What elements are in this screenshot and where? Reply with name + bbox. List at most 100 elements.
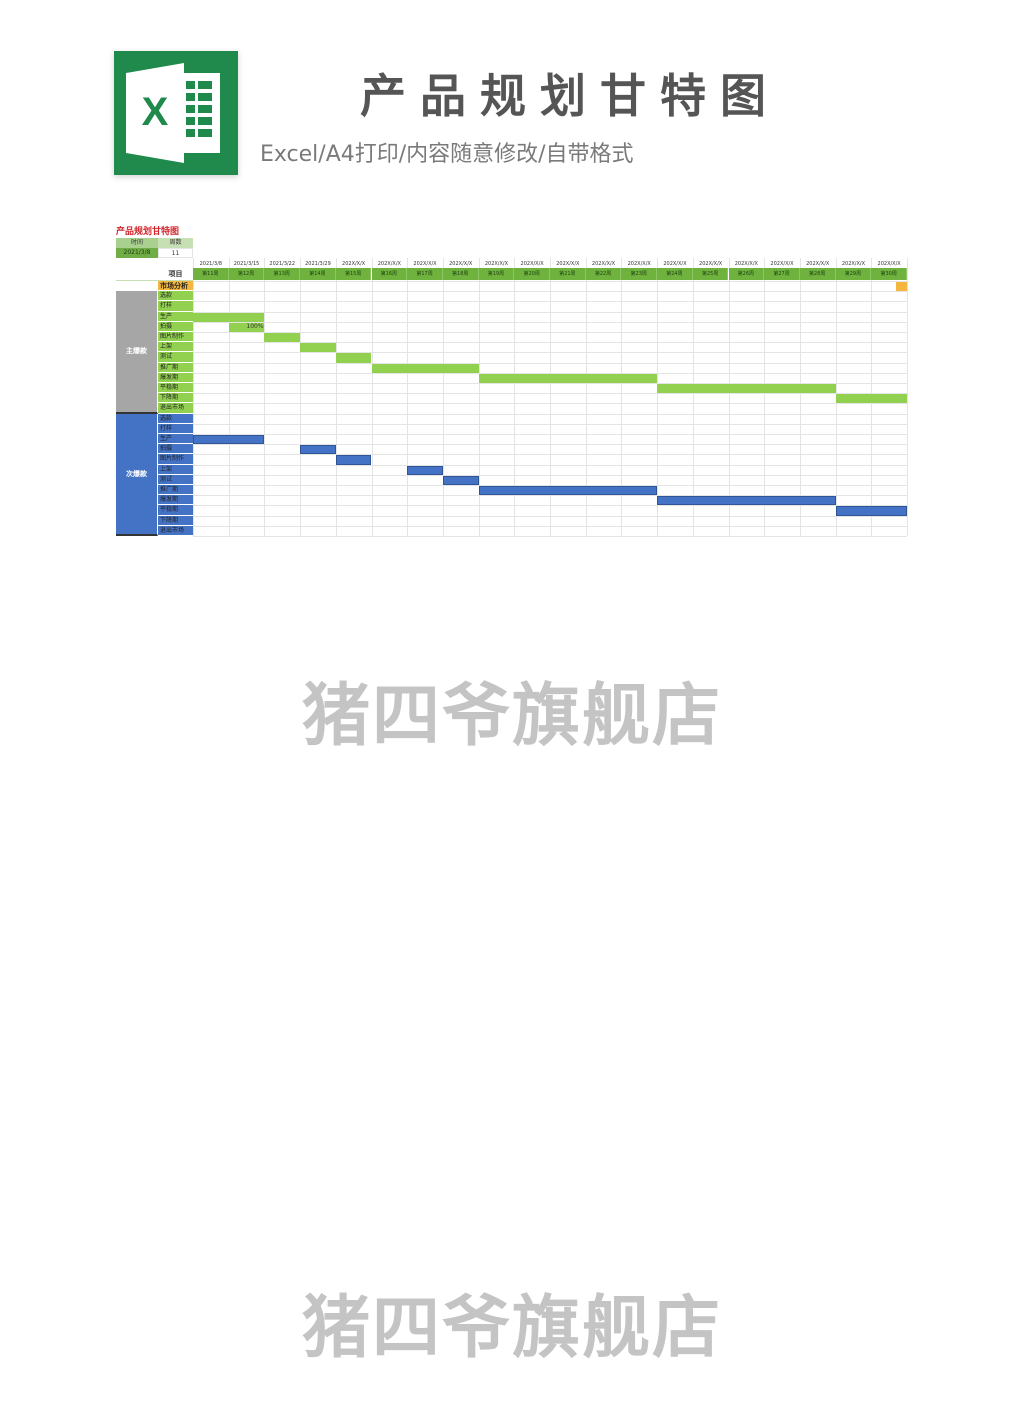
sheet-title: 产品规划甘特图 — [116, 227, 180, 237]
week-header-cell: 第11周 — [193, 268, 229, 280]
gantt-bar[interactable] — [442, 475, 479, 485]
task-label[interactable]: 平稳期 — [158, 505, 193, 516]
gantt-bar[interactable] — [193, 435, 265, 445]
date-header-cell: 2021/3/29 — [305, 261, 331, 267]
task-label[interactable]: 选款 — [158, 291, 193, 302]
task-label[interactable]: 退出市场 — [158, 403, 193, 414]
date-header-cell: 202X/X/X — [699, 261, 723, 267]
week-header-cell: 第14周 — [300, 268, 336, 280]
date-header-cell: 2021/3/22 — [269, 261, 296, 267]
gantt-bar[interactable] — [478, 373, 658, 383]
week-header-cell: 第13周 — [264, 268, 301, 280]
progress-label: 100% — [246, 322, 264, 330]
grid-line — [193, 362, 907, 364]
gantt-bar[interactable] — [335, 353, 372, 363]
task-label[interactable]: 打样 — [158, 301, 193, 312]
grid-line — [193, 474, 907, 476]
meta-value-date[interactable]: 2021/3/8 — [116, 248, 158, 258]
week-header-cell: 第20周 — [514, 268, 550, 280]
task-label[interactable]: 爆发期 — [158, 372, 193, 383]
task-label[interactable]: 生产 — [158, 311, 193, 322]
week-header-cell: 第25周 — [692, 268, 729, 280]
grid-line — [193, 403, 907, 405]
date-header-cell: 202X/X/X — [484, 261, 509, 267]
week-header-cell: 第24周 — [657, 268, 693, 280]
grid-line — [193, 281, 907, 282]
task-label[interactable]: 打样 — [158, 423, 193, 434]
gantt-bar[interactable] — [335, 455, 372, 465]
gantt-bar[interactable] — [300, 343, 336, 353]
date-header-cell: 202X/X/X — [627, 261, 651, 267]
gantt-sheet: 产品规划甘特图 时间 周数 2021/3/8 11 项目 2021/3/8 202… — [116, 222, 908, 540]
date-header-cell: 2021/3/8 — [199, 261, 223, 267]
task-label[interactable]: 下降期 — [158, 393, 193, 404]
task-label[interactable]: 上架 — [158, 342, 193, 353]
week-header-cell: 第23周 — [621, 268, 658, 280]
gantt-bar[interactable] — [264, 333, 301, 343]
task-label[interactable]: 下降期 — [158, 515, 193, 526]
date-header-cell: 202X/X/X — [841, 261, 866, 267]
grid-line — [193, 525, 907, 527]
group-label-secondary: 次爆款 — [116, 413, 158, 536]
grid-line — [193, 536, 907, 537]
gantt-bar[interactable] — [300, 445, 336, 455]
date-header-cell: 2021/3/15 — [233, 261, 260, 267]
week-header-cell: 第29周 — [835, 268, 872, 280]
gantt-bar[interactable] — [657, 384, 836, 394]
watermark-text: 猪四爷旗舰店 — [301, 677, 722, 756]
grid-line — [193, 505, 907, 507]
task-label[interactable]: 拍摄 — [158, 444, 193, 455]
svg-text:X: X — [142, 90, 169, 134]
meta-value-week[interactable]: 11 — [158, 248, 193, 258]
gantt-bar[interactable] — [657, 496, 836, 506]
gantt-bar[interactable] — [407, 465, 443, 475]
gantt-bar[interactable] — [835, 394, 907, 404]
week-header-cell: 第30周 — [871, 268, 907, 280]
date-header-cell: 202X/X/X — [877, 261, 901, 267]
gantt-bar[interactable] — [371, 363, 479, 373]
week-header-cell: 第28周 — [799, 268, 836, 280]
date-header-cell: 202X/X/X — [591, 261, 616, 267]
task-label[interactable]: 测试 — [158, 474, 193, 485]
task-label[interactable]: 图片制作 — [158, 454, 193, 465]
week-header-cell: 第22周 — [585, 268, 622, 280]
task-label[interactable]: 选款 — [158, 413, 193, 424]
gantt-bar[interactable] — [835, 506, 907, 516]
project-header: 项目 — [168, 270, 183, 278]
date-header-cell: 202X/X/X — [770, 261, 794, 267]
grid-line — [193, 332, 907, 333]
task-label[interactable]: 上架 — [158, 464, 193, 475]
date-header-cell: 202X/X/X — [806, 261, 830, 267]
task-label[interactable]: 平稳期 — [158, 383, 193, 394]
task-label[interactable]: 生产 — [158, 434, 193, 445]
date-header-cell: 202X/X/X — [556, 261, 580, 267]
meta-label-time: 时间 — [116, 238, 158, 248]
date-header-cell: 202X/X/X — [342, 261, 366, 267]
week-header-cell: 第19周 — [478, 268, 515, 280]
task-label[interactable]: 推广期 — [158, 485, 193, 496]
excel-logo-icon: X — [114, 51, 238, 175]
week-header-cell: 第21周 — [550, 268, 586, 280]
date-header-cell: 202X/X/X — [520, 261, 544, 267]
gantt-bar[interactable] — [193, 312, 265, 322]
grid-line — [193, 423, 907, 425]
task-label[interactable]: 图片制作 — [158, 332, 193, 343]
task-label[interactable]: 退出市场 — [158, 525, 193, 536]
page-title: 产品规划甘特图 — [360, 69, 780, 123]
grid-line — [907, 258, 908, 536]
grid-line — [193, 321, 907, 323]
task-label[interactable]: 拍摄 — [158, 321, 193, 332]
market-analysis-bar[interactable] — [896, 282, 907, 292]
grid-line — [193, 393, 907, 395]
gantt-bar[interactable] — [478, 486, 658, 496]
date-header-cell: 202X/X/X — [377, 261, 401, 267]
task-label[interactable]: 爆发期 — [158, 495, 193, 506]
task-label[interactable]: 推广期 — [158, 362, 193, 373]
grid-line — [193, 291, 907, 293]
date-header-cell: 202X/X/X — [413, 261, 437, 267]
market-analysis-label[interactable]: 市场分析 — [158, 281, 193, 292]
grid-line — [193, 454, 907, 456]
week-header-cell: 第16周 — [371, 268, 408, 280]
task-label[interactable]: 测试 — [158, 352, 193, 363]
date-header-cell: 202X/X/X — [663, 261, 687, 267]
